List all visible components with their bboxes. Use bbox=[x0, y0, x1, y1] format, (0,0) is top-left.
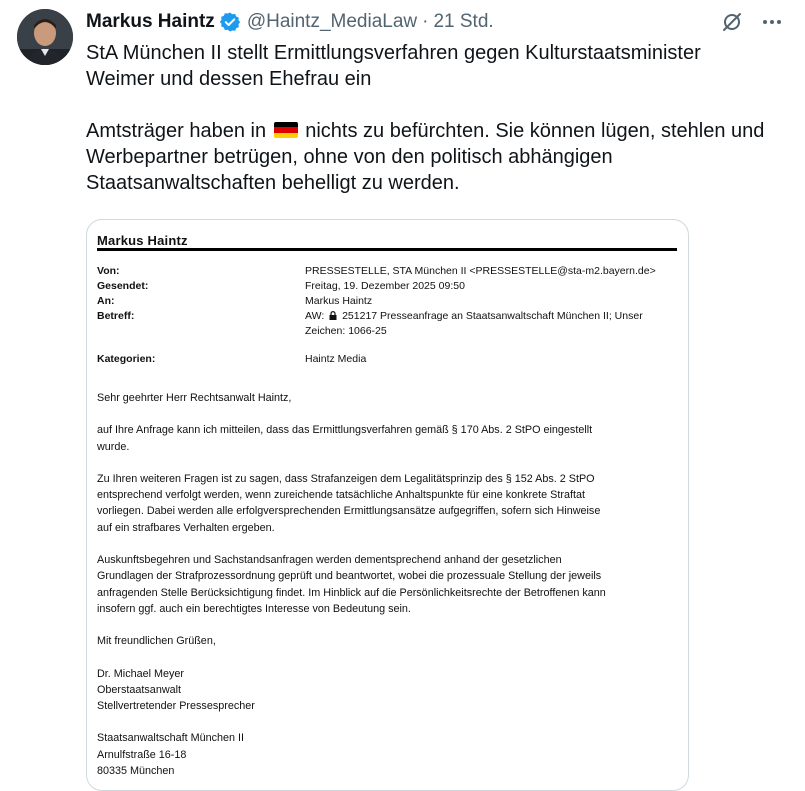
field-value: Freitag, 19. Dezember 2025 09:50 bbox=[305, 280, 465, 292]
tweet-text-line: StA München II stellt Ermittlungsverfahr… bbox=[86, 42, 701, 64]
email-body: Sehr geehrter Herr Rechtsanwalt Haintz, … bbox=[97, 390, 677, 779]
address-line: Arnulfstraße 16-18 bbox=[97, 748, 187, 761]
tweet-text-line: Weimer und dessen Ehefrau ein bbox=[86, 68, 372, 90]
body-line: entsprechend verfolgt werden, wenn zurei… bbox=[97, 489, 585, 502]
body-line: Auskunftsbegehren und Sachstandsanfragen… bbox=[97, 554, 562, 567]
separator-dot: · bbox=[422, 11, 429, 32]
body-line: anfragenden Stelle Berücksichtigung find… bbox=[97, 586, 606, 599]
address-line: Staatsanwaltschaft München II bbox=[97, 732, 245, 745]
subject-text-line2: Zeichen: 1066-25 bbox=[305, 325, 387, 337]
field-label: Gesendet: bbox=[97, 280, 149, 292]
verified-badge-icon bbox=[219, 11, 241, 33]
body-line: auf ein strafbares Verhalten ergeben. bbox=[97, 521, 275, 534]
author-name[interactable]: Markus Haintz bbox=[86, 11, 215, 33]
signature-title: Oberstaatsanwalt bbox=[97, 683, 182, 696]
body-line: auf Ihre Anfrage kann ich mitteilen, das… bbox=[97, 424, 593, 437]
body-line: Grundlagen der Strafprozessordnung geprü… bbox=[97, 570, 602, 583]
germany-flag-icon bbox=[273, 122, 298, 138]
field-value: Markus Haintz bbox=[305, 295, 373, 307]
tweet-text-fragment: nichts zu befürchten. Sie können lügen, … bbox=[299, 120, 765, 142]
signature-title: Stellvertretender Pressesprecher bbox=[97, 700, 255, 713]
body-line: Zu Ihren weiteren Fragen ist zu sagen, d… bbox=[97, 472, 595, 485]
tweet-timestamp[interactable]: 21 Std. bbox=[433, 11, 493, 33]
author-handle[interactable]: @Haintz_MediaLaw bbox=[247, 11, 417, 33]
signature-name: Dr. Michael Meyer bbox=[97, 667, 184, 680]
tweet-text-fragment: Amtsträger haben in bbox=[86, 120, 272, 142]
tweet-text-line: Amtsträger haben in nichts zu befürchten… bbox=[86, 118, 786, 144]
avatar[interactable] bbox=[17, 9, 73, 65]
subject-text: 251217 Presseanfrage an Staatsanwaltscha… bbox=[339, 310, 643, 322]
lock-icon bbox=[329, 310, 337, 320]
grok-icon[interactable] bbox=[719, 9, 745, 35]
tweet-text-line: Werbepartner betrügen, ohne von den poli… bbox=[86, 146, 613, 168]
address-line: 80335 München bbox=[97, 765, 175, 778]
field-value: PRESSESTELLE, STA München II <PRESSESTEL… bbox=[305, 265, 656, 277]
email-header-rule bbox=[97, 248, 677, 251]
field-value: Haintz Media bbox=[305, 353, 367, 365]
tweet-image[interactable]: Markus Haintz Von: PRESSESTELLE, STA Mün… bbox=[86, 219, 689, 791]
closing: Mit freundlichen Grüßen, bbox=[97, 635, 216, 648]
field-value: AW: 251217 Presseanfrage an Staatsanwalt… bbox=[305, 309, 665, 339]
field-label: Kategorien: bbox=[97, 353, 156, 365]
more-icon[interactable] bbox=[759, 9, 785, 35]
tweet-text-line: Staatsanwaltschaften behelligt zu werden… bbox=[86, 172, 460, 194]
field-label: Von: bbox=[97, 265, 120, 277]
email-header-name: Markus Haintz bbox=[97, 233, 188, 248]
body-line: wurde. bbox=[97, 440, 130, 453]
salutation: Sehr geehrter Herr Rechtsanwalt Haintz, bbox=[97, 392, 292, 404]
body-line: insofern ggf. auch ein berechtigtes Inte… bbox=[97, 602, 411, 615]
tweet-header: Markus Haintz @Haintz_MediaLaw · 21 Std. bbox=[86, 9, 785, 35]
header-actions bbox=[719, 9, 785, 35]
field-label: Betreff: bbox=[97, 310, 135, 322]
subject-prefix: AW: bbox=[305, 310, 328, 322]
field-label: An: bbox=[97, 295, 115, 307]
tweet-text: StA München II stellt Ermittlungsverfahr… bbox=[86, 40, 786, 196]
body-line: vorliegen. Dabei werden alle erfolgversp… bbox=[97, 505, 601, 518]
